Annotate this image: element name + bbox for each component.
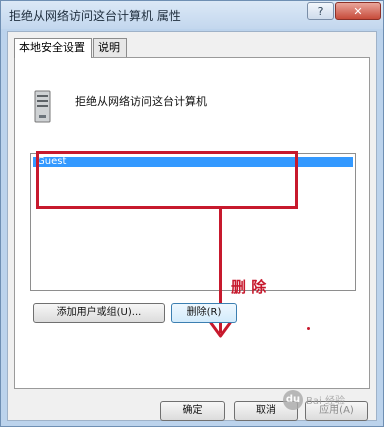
down-arrow-icon: [209, 321, 232, 338]
red-dot-marker: [307, 327, 310, 330]
policy-title: 拒绝从网络访问这台计算机: [75, 95, 207, 108]
close-button[interactable]: ✕: [335, 2, 381, 20]
cancel-button[interactable]: 取消: [234, 401, 298, 421]
title-bar[interactable]: 拒绝从网络访问这台计算机 属性 ? ✕: [1, 1, 383, 29]
window-title: 拒绝从网络访问这台计算机 属性: [9, 9, 181, 23]
delete-annotation-text: 删 除: [231, 278, 267, 296]
dialog-client-area: 本地安全设置 说明 拒绝从网络访问这台计算机 Guest 删 除 添加用户或组(…: [7, 31, 377, 421]
help-button[interactable]: ?: [307, 2, 334, 20]
server-icon: [34, 90, 51, 123]
tab-local-security-setting[interactable]: 本地安全设置: [14, 38, 92, 58]
ok-button[interactable]: 确定: [160, 401, 225, 421]
apply-button[interactable]: 应用(A): [305, 401, 368, 421]
local-security-panel: 拒绝从网络访问这台计算机 Guest 删 除 添加用户或组(U)... 删除(R…: [14, 57, 370, 389]
add-user-or-group-button[interactable]: 添加用户或组(U)...: [33, 303, 165, 323]
tab-explanation[interactable]: 说明: [93, 38, 127, 57]
properties-window: 拒绝从网络访问这台计算机 属性 ? ✕ 本地安全设置 说明 拒绝从网络访问这台计…: [0, 0, 384, 427]
remove-button[interactable]: 删除(R): [171, 303, 237, 323]
red-highlight-box: [36, 151, 298, 209]
